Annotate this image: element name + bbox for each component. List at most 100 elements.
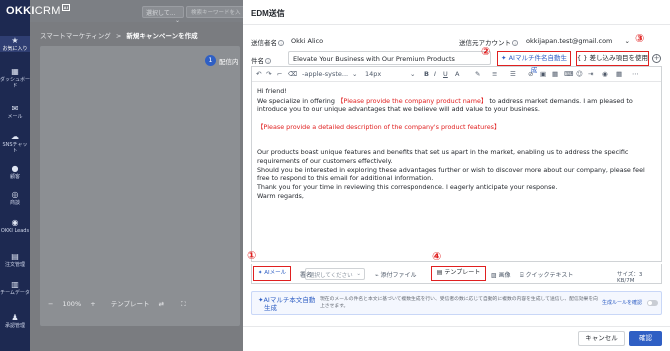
underline-icon[interactable]: U bbox=[443, 70, 448, 78]
subject-label: 件名 i bbox=[251, 55, 271, 65]
sender-name-value[interactable]: Okki Alico bbox=[291, 37, 323, 45]
swap-icon[interactable]: ⇄ bbox=[159, 300, 164, 308]
ai-mail-button[interactable]: ✦ AIメール bbox=[253, 266, 291, 281]
image-insert-icon[interactable]: ▣ bbox=[540, 70, 546, 78]
ai-subject-generate-button[interactable]: ✦ AIマルチ件名自動生成 bbox=[497, 51, 571, 74]
nav-item-okki-leads[interactable]: ◉ OKKI Leads bbox=[0, 218, 30, 234]
highlight-icon[interactable]: ✎ bbox=[475, 70, 480, 78]
nav-item-customer[interactable]: ● 顧客 bbox=[0, 164, 30, 180]
template-toggle[interactable]: テンプレート bbox=[111, 300, 150, 308]
ai-generation-toggle[interactable] bbox=[647, 300, 658, 306]
logo-main: OKKI bbox=[6, 5, 35, 17]
table-icon[interactable]: ▦ bbox=[552, 70, 558, 78]
align-icon[interactable]: ≡ bbox=[492, 70, 497, 78]
product-name-placeholder[interactable]: 【Please provide the company product name… bbox=[337, 97, 487, 105]
font-family-select[interactable]: -apple-syste... bbox=[302, 70, 348, 78]
paragraph-1: We specialize in offering 【Please provid… bbox=[257, 97, 657, 114]
zoom-out-button[interactable]: − bbox=[48, 300, 53, 308]
format-painter-icon[interactable]: ⌐ bbox=[277, 70, 282, 78]
leads-icon: ◉ bbox=[11, 218, 19, 227]
nav-item-dashboard[interactable]: ▦ ダッシュボード bbox=[0, 67, 30, 89]
add-circle-icon[interactable]: + bbox=[652, 54, 661, 63]
template-button[interactable]: ▤ テンプレート bbox=[431, 266, 486, 281]
star-icon: ★ bbox=[11, 36, 19, 45]
confirm-button[interactable]: 確認 bbox=[629, 331, 662, 346]
chevron-down-icon: ⌄ bbox=[356, 271, 361, 277]
nav-item-team-data[interactable]: ▥ チームデータ bbox=[0, 280, 30, 296]
list-icon[interactable]: ☰ bbox=[510, 70, 516, 78]
breadcrumb-current: 新規キャンペーンを作成 bbox=[126, 32, 198, 40]
greeting-text: Hi friend! bbox=[257, 87, 287, 95]
fullscreen-icon[interactable]: ⛶ bbox=[181, 300, 186, 308]
customer-icon: ● bbox=[11, 164, 19, 173]
code-icon[interactable]: ⌨ bbox=[564, 70, 573, 78]
nav-label: メール bbox=[7, 114, 23, 120]
template-icon: ▤ bbox=[436, 269, 443, 276]
grid-icon[interactable]: ▦ bbox=[616, 70, 622, 78]
email-body[interactable]: Hi friend! We specialize in offering 【Pl… bbox=[257, 87, 657, 201]
email-editor[interactable]: ↶ ↷ ⌐ ⌫ -apple-syste... ⌄ 14px ⌄ B I U A… bbox=[251, 66, 662, 262]
logo-sub: CRM bbox=[34, 5, 61, 17]
size-indicator: サイズ：3 KB/7M bbox=[617, 272, 643, 284]
header-select[interactable]: 選択して... ⌄ bbox=[142, 6, 184, 24]
italic-icon[interactable]: I bbox=[434, 70, 436, 78]
font-color-icon[interactable]: A bbox=[455, 70, 459, 78]
generation-rules-link[interactable]: 生成ルールを確認 bbox=[602, 299, 642, 306]
annotation-4: ④ bbox=[432, 250, 442, 263]
quick-text-label: クイックテキスト bbox=[525, 272, 574, 279]
more-icon[interactable]: ⋯ bbox=[632, 70, 639, 78]
quick-text-button[interactable]: ⌸ クイックテキスト bbox=[520, 270, 573, 280]
nav-item-favorites[interactable]: ★ お気に入り bbox=[0, 36, 30, 52]
edm-send-drawer: EDM送信 送信者名 i Okki Alico 送信元アカウント i okkijap… bbox=[243, 0, 670, 351]
paragraph-3: Our products boast unique features and b… bbox=[257, 148, 629, 165]
redo-icon[interactable]: ↷ bbox=[266, 70, 271, 78]
indent-icon[interactable]: ⇥ bbox=[588, 70, 593, 78]
breadcrumb-separator: > bbox=[115, 32, 122, 40]
closing-text: Warm regards, bbox=[257, 192, 304, 201]
insert-fields-button[interactable]: { } 差し込み項目を使用 bbox=[576, 51, 649, 66]
info-icon: i bbox=[278, 40, 284, 46]
header-search-placeholder: 検索キーワードを入 bbox=[191, 10, 241, 16]
nav-label: ダッシュボード bbox=[0, 77, 31, 89]
step-indicator: 1 bbox=[205, 55, 216, 66]
link-icon[interactable]: ⊘ bbox=[528, 70, 533, 78]
ai-body-generation-banner: ✦AIマルチ本文自動 生成 現在のメールの件名と本文に基づいて複数生成を行い、受… bbox=[251, 291, 662, 315]
header-select-value: 選択して... bbox=[146, 10, 176, 17]
paragraph-5: Thank you for your time in reviewing thi… bbox=[257, 182, 558, 191]
breadcrumb: スマートマーケティング > 新規キャンペーンを作成 bbox=[40, 30, 198, 40]
nav-item-sns-chat[interactable]: ☁ SNSチャット bbox=[0, 132, 30, 154]
emoji-icon[interactable]: ☺ bbox=[576, 70, 583, 78]
product-features-placeholder[interactable]: 【Please provide a detailed description o… bbox=[257, 123, 657, 132]
bold-icon[interactable]: B bbox=[424, 70, 429, 78]
undo-icon[interactable]: ↶ bbox=[256, 70, 261, 78]
campaign-editor-card bbox=[40, 46, 240, 326]
breadcrumb-parent[interactable]: スマートマーケティング bbox=[40, 32, 111, 40]
attachment-button[interactable]: ⌁ 添付ファイル bbox=[375, 270, 417, 279]
zoom-in-button[interactable]: + bbox=[90, 300, 95, 308]
team-data-icon: ▥ bbox=[11, 280, 19, 289]
ai-sparkle-icon: ✦ bbox=[501, 54, 507, 62]
nav-item-mail[interactable]: ✉ メール bbox=[0, 104, 30, 120]
signature-placeholder: 選択してください bbox=[309, 273, 353, 279]
ai-banner-title[interactable]: ✦AIマルチ本文自動 生成 bbox=[258, 296, 315, 312]
signature-select[interactable]: 選択してください ⌄ bbox=[305, 268, 365, 280]
image-button[interactable]: ▨ 画像 bbox=[491, 270, 511, 279]
zoom-level: 100% bbox=[62, 300, 82, 308]
step-label: 配信内 bbox=[219, 58, 239, 66]
clear-format-icon[interactable]: ⌫ bbox=[288, 70, 297, 78]
zoom-controls: − 100% + テンプレート ⇄ ⛶ bbox=[48, 298, 193, 309]
toggle-knob bbox=[648, 301, 652, 305]
header-search-input[interactable]: 検索キーワードを入 bbox=[186, 6, 248, 18]
nav-label: OKKI Leads bbox=[0, 228, 30, 234]
nav-item-approval[interactable]: ♟ 承認管理 bbox=[0, 313, 30, 329]
subject-input[interactable]: Elevate Your Business with Our Premium P… bbox=[288, 51, 491, 65]
font-size-select[interactable]: 14px bbox=[365, 70, 381, 78]
nav-item-orders[interactable]: ▤ 注文管理 bbox=[0, 252, 30, 268]
nav-item-deal[interactable]: ◎ 商談 bbox=[0, 190, 30, 206]
sender-account-select[interactable]: okkijapan.test@gmail.com ⌄ bbox=[526, 37, 630, 45]
chat-icon: ☁ bbox=[11, 132, 19, 141]
nav-label: 顧客 bbox=[9, 174, 20, 180]
preview-icon[interactable]: ◉ bbox=[602, 70, 608, 78]
image-icon: ▨ bbox=[491, 272, 499, 279]
cancel-button[interactable]: キャンセル bbox=[578, 331, 625, 346]
